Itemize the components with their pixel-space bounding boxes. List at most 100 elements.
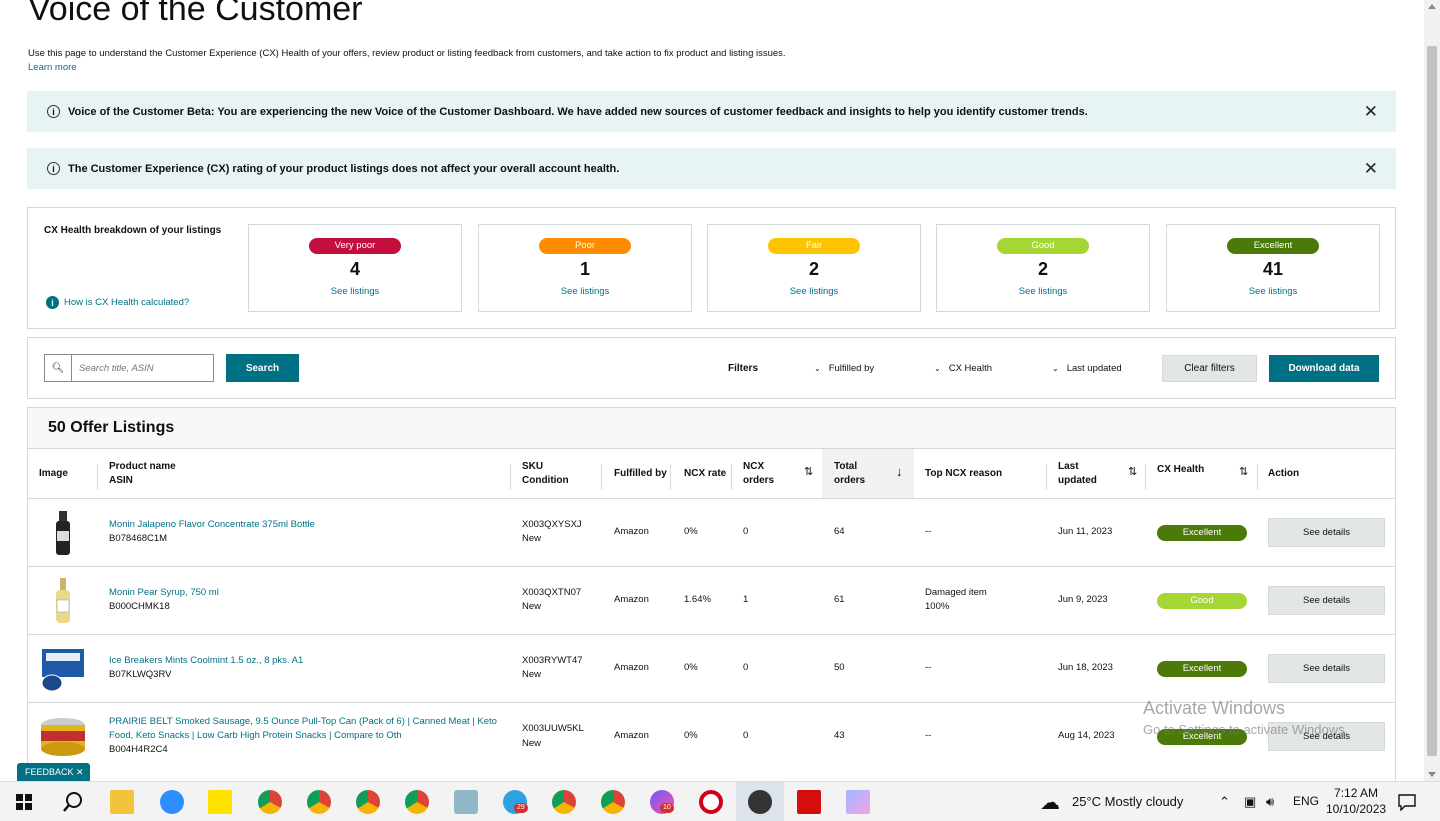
volume-icon[interactable]: 🔊︎ [1266, 794, 1274, 810]
vertical-scrollbar[interactable] [1424, 0, 1440, 781]
cx-health-breakdown: CX Health breakdown of your listings i H… [27, 207, 1396, 329]
activate-windows-watermark: Activate Windows Go to Settings to activ… [1143, 698, 1348, 737]
col-asin: ASIN [109, 475, 133, 486]
table-row: Monin Jalapeno Flavor Concentrate 375ml … [28, 498, 1395, 566]
col-fulfilled-by: Fulfilled by [614, 468, 667, 479]
chrome-icon[interactable] [307, 790, 331, 814]
scroll-up-icon[interactable] [1428, 4, 1436, 9]
filters-label: Filters [728, 363, 759, 374]
last-updated: Jun 11, 2023 [1058, 526, 1113, 537]
close-icon[interactable]: ✕ [1364, 102, 1378, 122]
zoom-icon[interactable] [160, 790, 184, 814]
search-icon: 🔍︎ [45, 355, 72, 381]
notification-icon[interactable] [1398, 793, 1416, 811]
download-data-button[interactable]: Download data [1269, 355, 1379, 382]
cx-pill: Fair [768, 238, 860, 254]
col-total-orders[interactable]: Total orders [834, 460, 865, 488]
product-name-link[interactable]: Monin Jalapeno Flavor Concentrate 375ml … [109, 518, 315, 532]
cx-count: 2 [1037, 259, 1048, 279]
see-details-button[interactable]: See details [1268, 518, 1385, 547]
watermark-title: Activate Windows [1143, 698, 1286, 718]
col-ncx-orders[interactable]: NCX orders [743, 460, 774, 488]
close-icon[interactable]: ✕ [1364, 159, 1378, 179]
top-ncx-reason: -- [925, 526, 932, 537]
language-indicator[interactable]: ENG [1293, 794, 1319, 808]
product-asin: B004H4R2C4 [109, 744, 168, 755]
see-listings-link[interactable]: See listings [937, 286, 1149, 297]
see-listings-link[interactable]: See listings [249, 286, 461, 297]
sort-icon[interactable]: ⇅ [1128, 465, 1137, 478]
col-product-name: Product name [109, 461, 176, 472]
weather-text[interactable]: 25°C Mostly cloudy [1072, 794, 1183, 809]
weather-cloudy-icon[interactable]: ☁ [1040, 790, 1060, 815]
fulfilled-by: Amazon [614, 662, 649, 673]
product-sku: X003QXYSXJ [522, 519, 582, 530]
search-icon[interactable] [62, 791, 84, 813]
chrome-icon[interactable] [552, 790, 576, 814]
cx-pill: Very poor [309, 238, 401, 254]
scrollbar-thumb[interactable] [1427, 46, 1437, 756]
learn-more-link[interactable]: Learn more [28, 62, 77, 73]
product-name-link[interactable]: Ice Breakers Mints Coolmint 1.5 oz., 8 p… [109, 654, 303, 668]
fulfilled-by-label: Fulfilled by [828, 363, 875, 374]
product-name-link[interactable]: PRAIRIE BELT Smoked Sausage, 9.5 Ounce P… [109, 715, 499, 743]
image-viewer-icon[interactable] [846, 790, 870, 814]
cx-count: 2 [808, 259, 819, 279]
cx-card-poor: Poor 1 See listings [478, 224, 692, 312]
screenshot-tool-icon[interactable] [748, 790, 772, 814]
info-icon: i [47, 105, 60, 118]
total-orders: 43 [834, 730, 845, 741]
see-details-button[interactable]: See details [1268, 586, 1385, 615]
scroll-down-icon[interactable] [1428, 772, 1436, 777]
clear-filters-button[interactable]: Clear filters [1162, 355, 1257, 382]
feedback-tab[interactable]: FEEDBACK ✕ [17, 763, 90, 781]
pdf-reader-icon[interactable] [797, 790, 821, 814]
last-updated: Jun 9, 2023 [1058, 594, 1108, 605]
cx-health-badge: Good [1157, 593, 1247, 609]
file-explorer-icon[interactable] [110, 790, 134, 814]
notepad-icon[interactable] [454, 790, 478, 814]
clock[interactable]: 7:12 AM 10/10/2023 [1326, 785, 1386, 817]
ncx-orders: 0 [743, 730, 749, 741]
search-input[interactable] [72, 355, 212, 381]
chrome-icon[interactable] [601, 790, 625, 814]
ncx-rate: 0% [684, 526, 698, 537]
product-asin: B078468C1M [109, 533, 168, 544]
cx-card-very-poor: Very poor 4 See listings [248, 224, 462, 312]
chrome-icon[interactable] [405, 790, 429, 814]
see-details-button[interactable]: See details [1268, 654, 1385, 683]
cx-health-dropdown[interactable]: ⌄ CX Health [934, 363, 992, 374]
sticky-notes-icon[interactable] [208, 790, 232, 814]
product-image [56, 511, 70, 555]
info-icon: i [47, 162, 60, 175]
col-last-updated[interactable]: Last updated [1058, 460, 1097, 488]
sort-icon[interactable]: ⇅ [804, 465, 813, 478]
clock-time: 7:12 AM [1334, 786, 1379, 800]
chrome-icon[interactable] [258, 790, 282, 814]
sort-icon[interactable]: ⇅ [1239, 465, 1248, 478]
col-image: Image [39, 468, 68, 479]
product-name-link[interactable]: Monin Pear Syrup, 750 ml [109, 586, 219, 600]
last-updated-dropdown[interactable]: ⌄ Last updated [1052, 363, 1122, 374]
arrow-down-icon[interactable]: ↓ [896, 464, 903, 479]
col-sku: SKU [522, 461, 544, 472]
chevron-up-icon[interactable]: ⌃ [1219, 794, 1230, 810]
chrome-icon[interactable] [356, 790, 380, 814]
cx-card-fair: Fair 2 See listings [707, 224, 921, 312]
how-cx-health-link[interactable]: i How is CX Health calculated? [46, 296, 189, 309]
meet-icon[interactable]: ▣ [1244, 794, 1256, 810]
windows-start-icon[interactable] [16, 794, 32, 810]
search-button[interactable]: Search [226, 354, 299, 382]
column-divider [1145, 464, 1146, 490]
fulfilled-by-dropdown[interactable]: ⌄ Fulfilled by [814, 363, 874, 374]
see-listings-link[interactable]: See listings [1167, 286, 1379, 297]
messenger-badge: 10 [660, 803, 674, 813]
cx-pill: Excellent [1227, 238, 1319, 254]
watermark-subtitle: Go to Settings to activate Windows. [1143, 722, 1349, 737]
product-condition: New [522, 533, 542, 544]
column-divider [1046, 464, 1047, 490]
see-listings-link[interactable]: See listings [479, 286, 691, 297]
see-listings-link[interactable]: See listings [708, 286, 920, 297]
opera-icon[interactable] [699, 790, 723, 814]
cx-health-label: CX Health breakdown of your listings [44, 225, 222, 236]
